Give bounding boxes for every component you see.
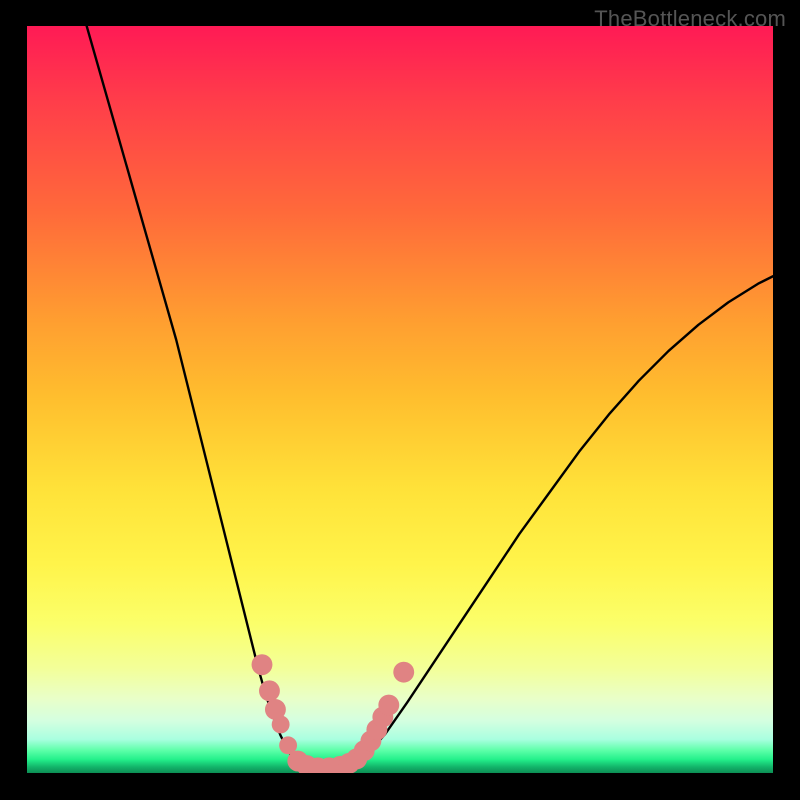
curve-marker xyxy=(259,680,280,701)
curve-marker xyxy=(378,695,399,716)
curve-marker xyxy=(252,654,273,675)
curve-layer xyxy=(27,26,773,773)
chart-stage: TheBottleneck.com xyxy=(0,0,800,800)
curve-markers xyxy=(252,654,415,773)
plot-area xyxy=(27,26,773,773)
curve-marker xyxy=(272,716,290,734)
bottleneck-curve xyxy=(87,26,773,771)
watermark-text: TheBottleneck.com xyxy=(594,6,786,32)
curve-marker xyxy=(393,662,414,683)
